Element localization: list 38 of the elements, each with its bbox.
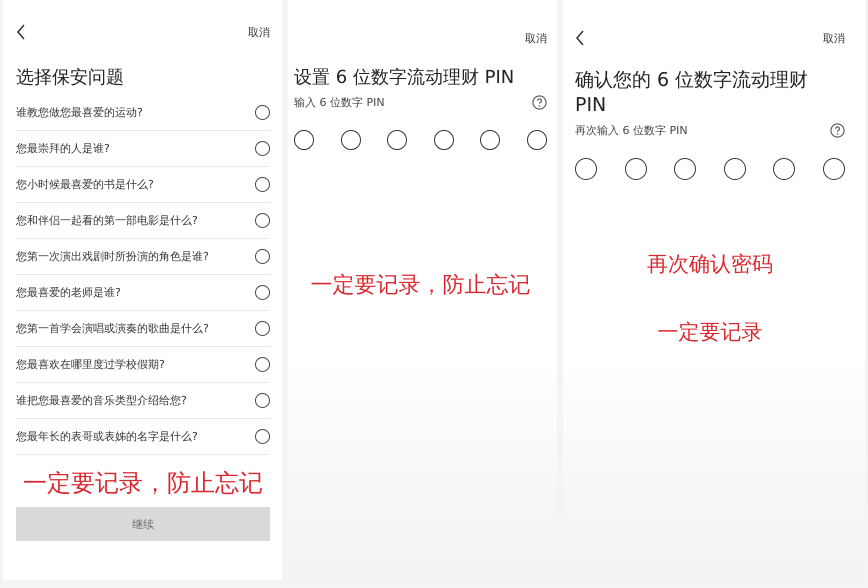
help-icon[interactable] (830, 123, 845, 138)
page-title: 确认您的 6 位数字流动理财 PIN (575, 68, 810, 118)
annotation-text: 一定要记录 (656, 319, 764, 346)
radio-button[interactable] (255, 285, 270, 300)
radio-button[interactable] (255, 213, 270, 228)
question-option[interactable]: 谁教您做您最喜爱的运动? (16, 95, 270, 132)
radio-button[interactable] (255, 321, 270, 336)
radio-button[interactable] (255, 249, 270, 264)
question-option[interactable]: 您第一次演出戏剧时所扮演的角色是谁? (16, 239, 270, 276)
radio-button[interactable] (255, 357, 270, 372)
instruction-text: 输入 6 位数字 PIN (294, 95, 385, 110)
annotation-text: 一定要记录，防止忘记 (310, 272, 532, 300)
question-option[interactable]: 您小时候最喜爱的书是什么? (16, 167, 270, 204)
question-option[interactable]: 您最崇拜的人是谁? (16, 131, 270, 168)
radio-button[interactable] (255, 177, 270, 192)
help-icon[interactable] (532, 95, 547, 110)
question-option[interactable]: 您第一首学会演唱或演奏的歌曲是什么? (16, 311, 270, 348)
pin-field[interactable] (294, 130, 547, 150)
question-option[interactable]: 您最年长的表哥或表姊的名字是什么? (16, 419, 270, 456)
instruction-text: 再次输入 6 位数字 PIN (575, 123, 688, 138)
question-option[interactable]: 您最喜欢在哪里度过学校假期? (16, 347, 270, 384)
page-title: 选择保安问题 (16, 66, 125, 90)
radio-button[interactable] (255, 393, 270, 408)
radio-button[interactable] (255, 105, 270, 120)
annotation-text: 再次确认密码 (646, 251, 774, 278)
question-option[interactable]: 您最喜爱的老师是谁? (16, 275, 270, 312)
cancel-button[interactable]: 取消 (248, 24, 270, 40)
cancel-button[interactable]: 取消 (525, 30, 547, 46)
cancel-button[interactable]: 取消 (823, 30, 845, 46)
question-option[interactable]: 谁把您最喜爱的音乐类型介绍给您? (16, 383, 270, 420)
back-icon[interactable] (575, 30, 585, 46)
question-option[interactable]: 您和伴侣一起看的第一部电影是什么? (16, 203, 270, 240)
annotation-text: 一定要记录，防止忘记 (22, 468, 264, 500)
page-title: 设置 6 位数字流动理财 PIN (294, 66, 516, 90)
radio-button[interactable] (255, 141, 270, 156)
radio-button[interactable] (255, 429, 270, 444)
pin-field[interactable] (575, 158, 845, 180)
back-icon[interactable] (16, 24, 26, 40)
